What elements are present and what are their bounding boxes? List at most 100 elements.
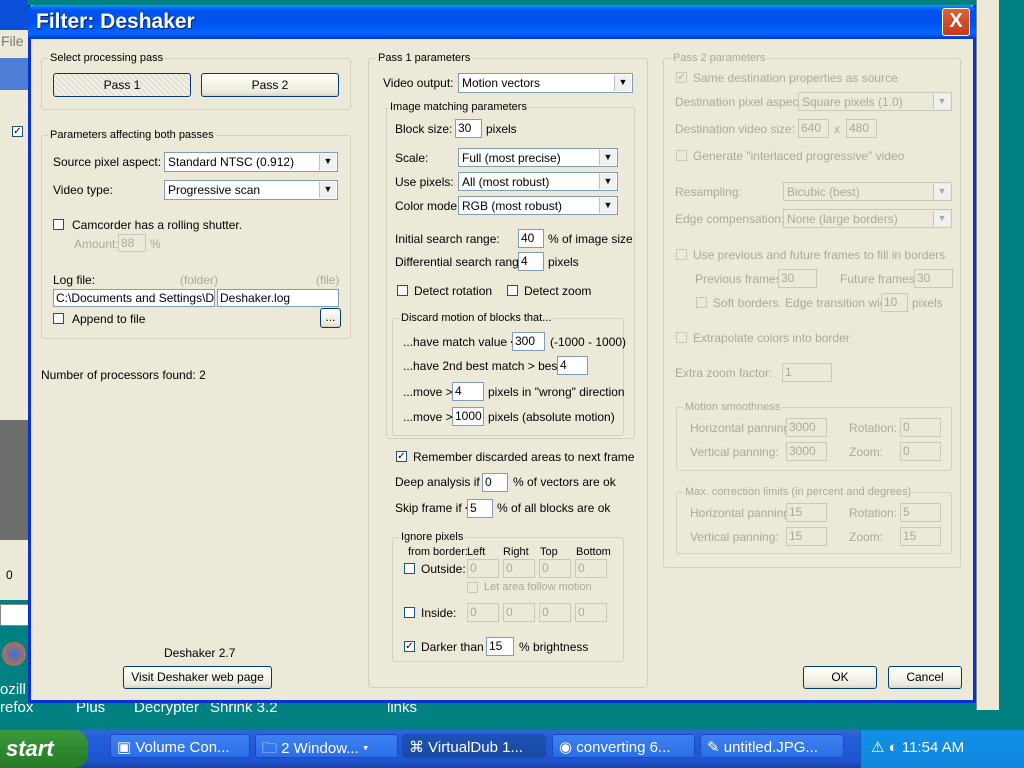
soft-borders-field[interactable]: 10	[881, 293, 908, 312]
dest-aspect-select[interactable]: Square pixels (1.0) ▼	[798, 92, 952, 111]
soft-borders-checkbox[interactable]	[696, 297, 707, 308]
desktop-label-firefox[interactable]: ozill	[0, 681, 26, 698]
video-type-label: Video type:	[53, 183, 113, 197]
file-menu[interactable]: File	[1, 33, 24, 49]
inside-bottom-field[interactable]: 0	[575, 603, 607, 622]
pass1-button[interactable]: Pass 1	[53, 73, 191, 97]
close-icon: X	[949, 10, 963, 32]
outside-checkbox[interactable]	[404, 563, 415, 574]
color-mode-select[interactable]: RGB (most robust) ▼	[458, 196, 618, 215]
video-type-select[interactable]: Progressive scan ▼	[164, 180, 338, 200]
move-wrong-field[interactable]: 4	[452, 382, 484, 401]
background-checkbox[interactable]: ✓	[12, 126, 23, 137]
detect-zoom-checkbox[interactable]	[507, 285, 518, 296]
taskbar-item-windows[interactable]: 🗀 2 Window... ▾	[255, 734, 398, 758]
use-prev-checkbox[interactable]	[676, 249, 687, 260]
ok-button[interactable]: OK	[803, 666, 877, 689]
visit-web-button[interactable]: Visit Deshaker web page	[123, 666, 272, 689]
inside-right-field[interactable]: 0	[503, 603, 535, 622]
block-size-field[interactable]: 30	[455, 119, 482, 138]
scale-select[interactable]: Full (most precise) ▼	[458, 148, 618, 167]
follow-motion-label: Let area follow motion	[484, 581, 592, 593]
max-v-pan-label: Vertical panning:	[690, 530, 779, 544]
dest-width-field[interactable]: 640	[798, 119, 829, 138]
future-frames-field[interactable]: 30	[914, 269, 953, 288]
initial-range-label: Initial search range:	[395, 232, 500, 246]
remember-label: Remember discarded areas to next frame	[413, 450, 635, 464]
soft-borders-unit: pixels	[912, 296, 943, 310]
remember-checkbox[interactable]: ✓	[396, 451, 407, 462]
source-aspect-select[interactable]: Standard NTSC (0.912) ▼	[164, 152, 338, 172]
pass2-button[interactable]: Pass 2	[201, 73, 339, 97]
cancel-button[interactable]: Cancel	[888, 666, 962, 689]
video-output-select[interactable]: Motion vectors ▼	[458, 73, 633, 93]
clock[interactable]: 11:54 AM	[902, 739, 964, 756]
outside-top-field[interactable]: 0	[539, 559, 571, 578]
outside-left-field[interactable]: 0	[467, 559, 499, 578]
background-darkarea	[0, 420, 28, 540]
discard-label: Discard motion of blocks that...	[399, 312, 554, 324]
log-file-field[interactable]: Deshaker.log	[217, 289, 339, 307]
match-field[interactable]: 300	[512, 332, 545, 351]
amount-field[interactable]: 88	[118, 234, 146, 252]
inside-checkbox[interactable]	[404, 607, 415, 618]
bottom-header: Bottom	[576, 546, 611, 558]
extra-zoom-field[interactable]: 1	[782, 363, 832, 382]
move-absolute-field[interactable]: 1000	[452, 407, 484, 426]
interlaced-checkbox[interactable]	[676, 150, 687, 161]
taskbar-item-volume[interactable]: ▣ Volume Con...	[110, 734, 250, 758]
diff-range-field[interactable]: 4	[518, 252, 544, 271]
video-output-label: Video output:	[383, 76, 454, 90]
prev-frames-field[interactable]: 30	[778, 269, 817, 288]
processors-text: Number of processors found: 2	[41, 368, 206, 382]
taskbar-item-virtualdub[interactable]: ⌘ VirtualDub 1...	[402, 734, 546, 758]
rolling-shutter-checkbox[interactable]	[53, 219, 64, 230]
volume-icon[interactable]: ◐	[889, 739, 902, 756]
max-h-pan-label: Horizontal panning:	[690, 506, 794, 520]
folder-hint: (folder)	[180, 273, 219, 287]
extrapolate-label: Extrapolate colors into border	[693, 331, 850, 345]
v-pan-field[interactable]: 3000	[786, 442, 827, 461]
extra-zoom-label: Extra zoom factor:	[675, 366, 773, 380]
append-checkbox[interactable]	[53, 313, 64, 324]
initial-range-field[interactable]: 40	[518, 229, 544, 248]
outside-right-field[interactable]: 0	[503, 559, 535, 578]
h-pan-field[interactable]: 3000	[786, 418, 827, 437]
skip-frame-field[interactable]: 5	[467, 499, 493, 518]
edge-comp-label: Edge compensation:	[675, 212, 785, 226]
max-v-pan-field[interactable]: 15	[786, 527, 827, 546]
extrapolate-checkbox[interactable]	[676, 332, 687, 343]
dest-height-field[interactable]: 480	[846, 119, 877, 138]
firefox-icon[interactable]	[2, 642, 26, 666]
outside-bottom-field[interactable]: 0	[575, 559, 607, 578]
max-zoom-field[interactable]: 15	[900, 527, 941, 546]
background-bar	[0, 604, 30, 626]
rotation-field[interactable]: 0	[900, 418, 941, 437]
darker-checkbox[interactable]: ✓	[404, 641, 415, 652]
detect-rotation-checkbox[interactable]	[397, 285, 408, 296]
deep-analysis-field[interactable]: 0	[482, 473, 508, 492]
second-match-field[interactable]: 4	[557, 356, 588, 375]
taskbar-item-converting[interactable]: ◉ converting 6...	[552, 734, 695, 758]
max-h-pan-field[interactable]: 15	[786, 503, 827, 522]
use-pixels-select[interactable]: All (most robust) ▼	[458, 172, 618, 191]
color-mode-label: Color mode:	[395, 199, 461, 213]
system-tray: ⚠ ◐ 11:54 AM	[860, 730, 1024, 768]
log-folder-field[interactable]: C:\Documents and Settings\Dav	[53, 289, 215, 307]
start-button[interactable]: start	[0, 730, 88, 768]
taskbar-item-untitled[interactable]: ✎ untitled.JPG...	[700, 734, 844, 758]
warning-icon[interactable]: ⚠	[871, 739, 889, 756]
darker-field[interactable]: 15	[486, 637, 514, 656]
zoom-field[interactable]: 0	[900, 442, 941, 461]
resampling-select[interactable]: Bicubic (best) ▼	[783, 182, 952, 201]
inside-top-field[interactable]: 0	[539, 603, 571, 622]
max-rotation-field[interactable]: 5	[900, 503, 941, 522]
edge-comp-select[interactable]: None (large borders) ▼	[783, 209, 952, 228]
inside-left-field[interactable]: 0	[467, 603, 499, 622]
close-button[interactable]: X	[942, 8, 970, 36]
same-dest-checkbox[interactable]: ✓	[676, 72, 687, 83]
follow-motion-checkbox[interactable]	[467, 582, 478, 593]
interlaced-label: Generate "interlaced progressive" video	[693, 149, 905, 163]
browse-button[interactable]: ...	[320, 308, 341, 328]
scale-label: Scale:	[395, 151, 429, 165]
